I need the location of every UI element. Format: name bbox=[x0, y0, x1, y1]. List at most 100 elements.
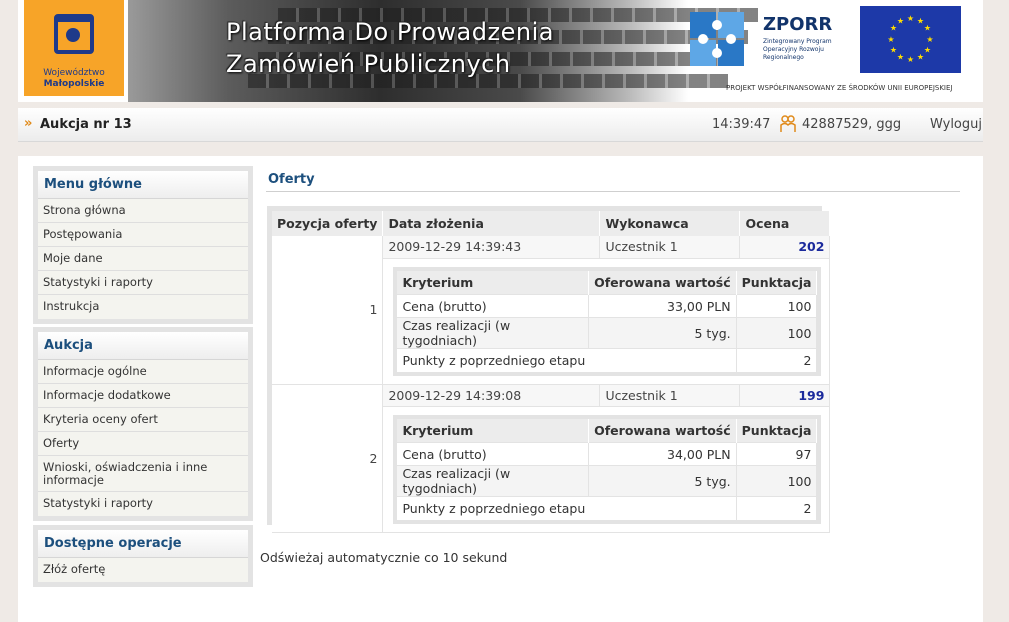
criteria-row: Punkty z poprzedniego etapu 2 bbox=[397, 496, 818, 520]
platform-title-line2: Zamówień Publicznych bbox=[226, 50, 511, 78]
auction-topbar: » Aukcja nr 13 14:39:47 42887529, ggg Wy… bbox=[18, 108, 983, 142]
header-banner: Województwo Małopolskie Platforma Do Pro… bbox=[18, 0, 983, 102]
offer-date: 2009-12-29 14:39:08 bbox=[382, 384, 601, 407]
criteria-row: Cena (brutto) 33,00 PLN 100 bbox=[397, 294, 818, 318]
header-points: Punktacja bbox=[736, 418, 818, 443]
criterion-name: Punkty z poprzedniego etapu bbox=[397, 496, 737, 520]
header-offered-value: Oferowana wartość bbox=[588, 270, 737, 295]
page-title: Oferty bbox=[268, 172, 315, 187]
auction-item-statistics[interactable]: Statystyki i raporty bbox=[38, 492, 248, 516]
criterion-name: Czas realizacji (w tygodniach) bbox=[397, 317, 590, 349]
svg-text:★: ★ bbox=[926, 35, 933, 44]
title-divider bbox=[266, 191, 960, 192]
svg-text:★: ★ bbox=[907, 14, 914, 23]
criterion-name: Czas realizacji (w tygodniach) bbox=[397, 465, 590, 497]
svg-text:★: ★ bbox=[917, 53, 924, 62]
header-criterion: Kryterium bbox=[397, 270, 590, 295]
offers-header-row: Pozycja oferty Data złożenia Wykonawca O… bbox=[272, 211, 831, 236]
user-id: 42887529, ggg bbox=[802, 117, 902, 132]
criterion-points: 97 bbox=[736, 442, 818, 466]
eu-flag-icon: ★ ★ ★ ★ ★ ★ ★ ★ ★ ★ ★ ★ bbox=[860, 6, 961, 73]
platform-title-line1: Platforma Do Prowadzenia bbox=[226, 18, 554, 46]
svg-text:★: ★ bbox=[887, 35, 894, 44]
zporr-logo-subtitle: Zintegrowany Program Operacyjny Rozwoju … bbox=[763, 38, 832, 61]
criteria-header-row: Kryterium Oferowana wartość Punktacja bbox=[397, 270, 818, 295]
criterion-value: 33,00 PLN bbox=[588, 294, 737, 318]
criteria-table: Kryterium Oferowana wartość Punktacja Ce… bbox=[397, 270, 818, 372]
content-area: Menu główne Strona główna Postępowania M… bbox=[18, 156, 983, 622]
criteria-table-frame: Kryterium Oferowana wartość Punktacja Ce… bbox=[393, 414, 822, 524]
chevron-right-icon: » bbox=[24, 116, 33, 131]
offer-score: 199 bbox=[739, 384, 831, 407]
menu-item-proceedings[interactable]: Postępowania bbox=[38, 223, 248, 247]
main-menu-title: Menu główne bbox=[38, 171, 248, 199]
svg-text:★: ★ bbox=[907, 55, 914, 64]
logo-text-line1: Województwo bbox=[43, 68, 105, 78]
crown-icon bbox=[54, 14, 94, 54]
offer-contractor: Uczestnik 1 bbox=[599, 236, 741, 259]
logout-link[interactable]: Wyloguj bbox=[930, 117, 982, 132]
auto-refresh-note: Odświeżaj automatycznie co 10 sekund bbox=[260, 550, 508, 565]
svg-text:★: ★ bbox=[924, 46, 931, 55]
criterion-value: 5 tyg. bbox=[588, 465, 737, 497]
criterion-points: 2 bbox=[736, 496, 818, 520]
malopolska-logo: Województwo Małopolskie bbox=[24, 0, 124, 96]
criterion-points: 2 bbox=[736, 348, 818, 372]
header-position: Pozycja oferty bbox=[272, 211, 384, 236]
criterion-points: 100 bbox=[736, 317, 818, 349]
header-contractor: Wykonawca bbox=[599, 211, 741, 236]
header-points: Punktacja bbox=[736, 270, 818, 295]
menu-item-statistics[interactable]: Statystyki i raporty bbox=[38, 271, 248, 295]
offer-position: 2 bbox=[272, 384, 384, 533]
criterion-points: 100 bbox=[736, 465, 818, 497]
operations-box: Dostępne operacje Złóż ofertę bbox=[33, 525, 253, 587]
criteria-header-row: Kryterium Oferowana wartość Punktacja bbox=[397, 418, 818, 443]
criterion-points: 100 bbox=[736, 294, 818, 318]
logo-text-line2: Małopolskie bbox=[43, 79, 105, 89]
menu-item-my-data[interactable]: Moje dane bbox=[38, 247, 248, 271]
offer-date: 2009-12-29 14:39:43 bbox=[382, 236, 601, 259]
puzzle-icon bbox=[690, 12, 744, 66]
offer-score: 202 bbox=[739, 236, 831, 259]
menu-item-manual[interactable]: Instrukcja bbox=[38, 295, 248, 319]
main-menu-box: Menu główne Strona główna Postępowania M… bbox=[33, 166, 253, 324]
auction-item-additional-info[interactable]: Informacje dodatkowe bbox=[38, 384, 248, 408]
svg-text:★: ★ bbox=[897, 17, 904, 26]
header-offered-value: Oferowana wartość bbox=[588, 418, 737, 443]
criterion-value: 34,00 PLN bbox=[588, 442, 737, 466]
eu-cofinancing-caption: PROJEKT WSPÓŁFINANSOWANY ZE ŚRODKÓW UNII… bbox=[726, 84, 953, 92]
auction-title: Aukcja nr 13 bbox=[40, 117, 132, 132]
svg-text:★: ★ bbox=[924, 24, 931, 33]
table-row: 1 2009-12-29 14:39:43 Uczestnik 1 202 bbox=[272, 236, 831, 385]
auction-item-general-info[interactable]: Informacje ogólne bbox=[38, 360, 248, 384]
offer-position: 1 bbox=[272, 236, 384, 385]
zporr-logo-title: ZPORR bbox=[763, 14, 833, 35]
header-date: Data złożenia bbox=[382, 211, 601, 236]
criterion-name: Cena (brutto) bbox=[397, 294, 590, 318]
offers-table-frame: Pozycja oferty Data złożenia Wykonawca O… bbox=[267, 206, 831, 533]
criterion-name: Punkty z poprzedniego etapu bbox=[397, 348, 737, 372]
menu-item-home[interactable]: Strona główna bbox=[38, 199, 248, 223]
criteria-row: Czas realizacji (w tygodniach) 5 tyg. 10… bbox=[397, 317, 818, 349]
criteria-table: Kryterium Oferowana wartość Punktacja Ce… bbox=[397, 418, 818, 520]
auction-menu-title: Aukcja bbox=[38, 332, 248, 360]
auction-menu-box: Aukcja Informacje ogólne Informacje doda… bbox=[33, 327, 253, 521]
table-row: 2 2009-12-29 14:39:08 Uczestnik 1 199 bbox=[272, 384, 831, 533]
auction-item-criteria[interactable]: Kryteria oceny ofert bbox=[38, 408, 248, 432]
users-icon bbox=[780, 115, 796, 132]
criteria-row: Cena (brutto) 34,00 PLN 97 bbox=[397, 442, 818, 466]
criterion-name: Cena (brutto) bbox=[397, 442, 590, 466]
offers-table: Pozycja oferty Data złożenia Wykonawca O… bbox=[272, 211, 831, 533]
operation-submit-offer[interactable]: Złóż ofertę bbox=[38, 558, 248, 582]
auction-item-applications[interactable]: Wnioski, oświadczenia i inne informacje bbox=[38, 456, 248, 492]
criteria-row: Czas realizacji (w tygodniach) 5 tyg. 10… bbox=[397, 465, 818, 497]
svg-text:★: ★ bbox=[897, 53, 904, 62]
auction-item-offers[interactable]: Oferty bbox=[38, 432, 248, 456]
criteria-row: Punkty z poprzedniego etapu 2 bbox=[397, 348, 818, 372]
offer-contractor: Uczestnik 1 bbox=[599, 384, 741, 407]
header-criterion: Kryterium bbox=[397, 418, 590, 443]
criteria-table-frame: Kryterium Oferowana wartość Punktacja Ce… bbox=[393, 266, 822, 376]
operations-title: Dostępne operacje bbox=[38, 530, 248, 558]
svg-text:★: ★ bbox=[890, 46, 897, 55]
header-score: Ocena bbox=[739, 211, 831, 236]
